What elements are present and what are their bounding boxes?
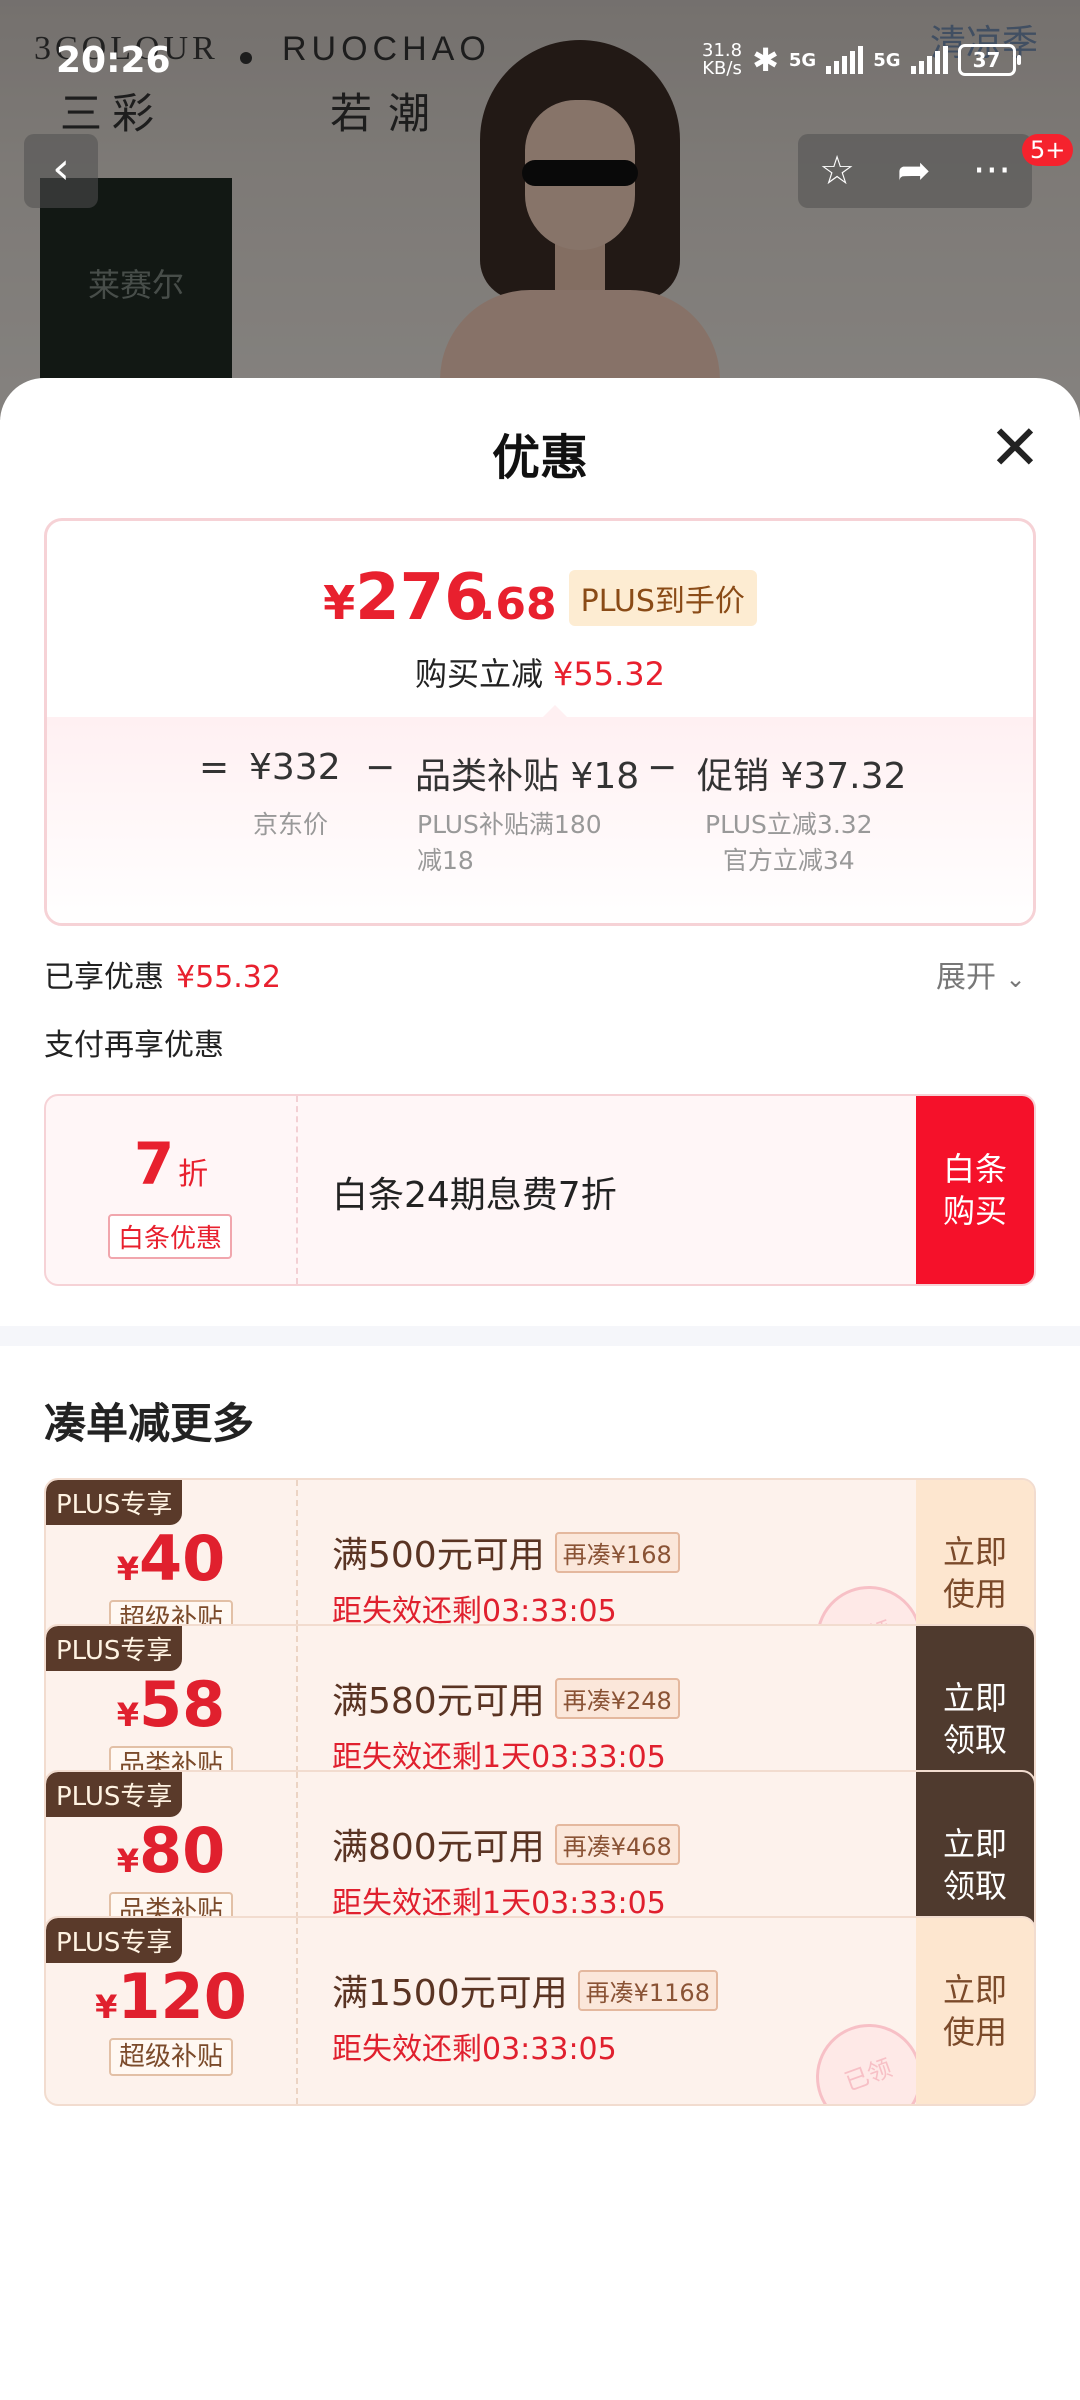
discount-sheet: 优惠 ✕ ¥276.68 PLUS到手价 购买立减 ¥55.32 = ¥332 京… [0,378,1080,2400]
minus-sign: − [647,747,678,788]
plus-exclusive-badge: PLUS专享 [46,1918,183,1963]
enjoyed-discount: 已享优惠 ¥55.32 [44,960,281,995]
coupon-expiry: 距失效还剩03:33:05 [332,2032,617,2067]
back-button[interactable]: ‹ [24,134,98,208]
network-type-2: 5G [873,49,901,71]
share-icon[interactable]: ➦ [897,148,931,194]
coupon-condition: 满1500元可用 再凑¥1168 [332,1964,718,2016]
final-price: ¥276.68 PLUS到手价 [47,561,1033,635]
product-banner: 3COLOUR 三彩 RUOCHAO 若潮 莱赛尔 清凉季 20:26 31.8… [0,0,1080,420]
baitiao-tag: 白条优惠 [108,1214,233,1259]
promotion-note: PLUS立减3.32 官方立减34 [705,810,873,875]
sheet-title: 优惠 [491,430,588,486]
instant-cut: 购买立减 ¥55.32 [415,655,665,693]
jd-price: ¥332 [249,747,341,788]
coupon-condition: 满500元可用 再凑¥168 [332,1526,680,1578]
signal-icon [826,46,864,74]
coupon-amount: ¥80 [116,1814,226,1887]
network-type-1: 5G [788,49,817,71]
add-more-chip: 再凑¥468 [554,1823,680,1865]
signal-icon [910,46,948,74]
net-speed: 31.8 KB/s [702,40,743,79]
category-subsidy: 品类补贴 ¥18 [415,756,640,797]
section-divider [0,1326,1080,1346]
section-title: 凑单减更多 [44,1399,255,1448]
coupon-condition: 满800元可用 再凑¥468 [332,1818,680,1870]
add-more-chip: 再凑¥168 [554,1531,680,1573]
star-icon[interactable]: ☆ [819,148,855,194]
coupon-amount: ¥40 [116,1522,226,1595]
minus-sign: − [365,747,396,788]
subsidy-note: PLUS补贴满180 减18 [417,810,602,875]
price-breakdown: = ¥332 京东价 − 品类补贴 ¥18 PLUS补贴满180 减18 − 促… [47,717,1033,923]
baitiao-offer-text: 白条24期息费7折 [332,1175,617,1216]
baitiao-buy-button[interactable]: 白条 购买 [916,1096,1034,1284]
coupon-type-tag: 超级补贴 [108,2038,233,2076]
back-icon: ‹ [52,143,70,194]
coupon-condition: 满580元可用 再凑¥248 [332,1672,680,1724]
status-time: 20:26 [56,40,171,81]
message-badge: 5+ [1022,134,1074,166]
jd-price-label: 京东价 [253,810,329,839]
add-more-chip: 再凑¥1168 [577,1969,718,2011]
chevron-down-icon: ⌄ [1005,965,1026,993]
price-summary-card: ¥276.68 PLUS到手价 购买立减 ¥55.32 = ¥332 京东价 − … [44,518,1036,926]
bluetooth-icon: ✱ [752,41,779,79]
plus-price-badge: PLUS到手价 [568,570,757,626]
battery-icon: 37 [957,44,1021,76]
add-more-chip: 再凑¥248 [554,1677,680,1719]
status-icons: 31.8 KB/s ✱ 5G 5G 37 [702,40,1021,80]
more-icon[interactable]: ··· [973,148,1011,194]
pay-more-label: 支付再享优惠 [44,1028,224,1063]
promotion: 促销 ¥37.32 [697,756,907,797]
coupon-card[interactable]: ¥120 超级补贴 PLUS专享满1500元可用 再凑¥1168 距失效还剩03:33:… [44,1916,1036,2106]
expand-button[interactable]: 展开 ⌄ [936,952,1026,996]
equals-sign: = [199,747,230,788]
plus-exclusive-badge: PLUS专享 [46,1772,183,1817]
coupon-amount: ¥58 [116,1668,226,1741]
baitiao-offer-card[interactable]: 7折 白条优惠 白条24期息费7折 白条 购买 [44,1094,1036,1286]
plus-exclusive-badge: PLUS专享 [46,1626,183,1671]
baitiao-discount: 7折 [133,1130,209,1198]
plus-exclusive-badge: PLUS专享 [46,1480,183,1525]
nav-actions: ☆ ➦ ··· [798,134,1032,208]
coupon-amount: ¥120 [95,1960,247,2033]
use-coupon-button[interactable]: 立即 使用 [916,1918,1034,2104]
close-icon[interactable]: ✕ [985,417,1045,480]
